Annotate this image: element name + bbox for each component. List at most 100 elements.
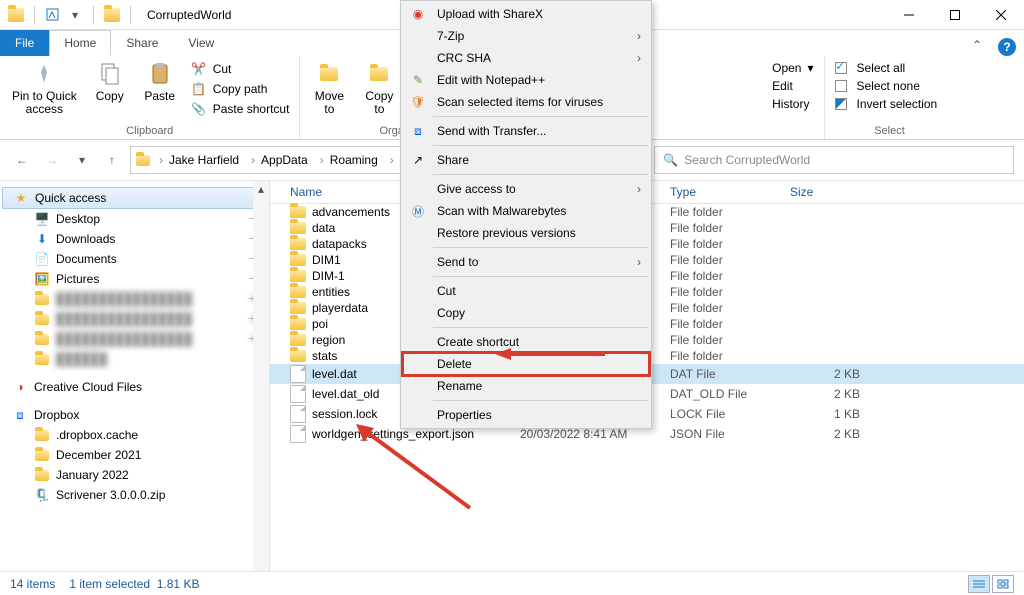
- help-icon[interactable]: ?: [998, 38, 1016, 56]
- open-dd[interactable]: Open ▾: [768, 60, 817, 76]
- copy-path-icon: 📋: [191, 81, 207, 97]
- pin-icon: [30, 60, 58, 88]
- select-none-button[interactable]: Select none: [831, 78, 942, 94]
- ctx-7zip[interactable]: 7-Zip›: [403, 25, 649, 47]
- ctx-crc[interactable]: CRC SHA›: [403, 47, 649, 69]
- forward-button[interactable]: →: [40, 148, 64, 172]
- folder-icon: [104, 7, 120, 23]
- quick-access[interactable]: ★Quick access: [2, 187, 267, 209]
- ctx-delete[interactable]: Delete: [403, 353, 649, 375]
- minimize-button[interactable]: [886, 0, 932, 30]
- pin-quick-access-button[interactable]: Pin to Quick access: [6, 58, 83, 118]
- chevron-down-icon: ▾: [807, 61, 813, 75]
- up-button[interactable]: ↑: [100, 148, 124, 172]
- copy-to-button[interactable]: Copy to: [356, 58, 402, 118]
- ctx-scan-virus[interactable]: 🛡Scan selected items for viruses: [403, 91, 649, 113]
- folder-icon: [290, 222, 306, 234]
- file-icon: [290, 405, 306, 423]
- ctx-copy[interactable]: Copy: [403, 302, 649, 324]
- chevron-right-icon: ›: [637, 255, 641, 269]
- item-count: 14 items: [10, 577, 55, 591]
- pictures-icon: 🖼️: [34, 271, 50, 287]
- ctx-send-to[interactable]: Send to›: [403, 251, 649, 273]
- sidebar-item-dec-2021[interactable]: December 2021: [0, 445, 269, 465]
- back-button[interactable]: ←: [10, 148, 34, 172]
- paste-button[interactable]: Paste: [137, 58, 183, 105]
- sidebar-item-desktop[interactable]: 🖥️Desktop📌: [0, 209, 269, 229]
- close-button[interactable]: [978, 0, 1024, 30]
- recent-locations-icon[interactable]: ▾: [70, 148, 94, 172]
- folder-icon: [34, 331, 50, 347]
- ctx-rename[interactable]: Rename: [403, 375, 649, 397]
- edit-button[interactable]: Edit: [768, 78, 817, 94]
- ctx-malwarebytes[interactable]: ⓂScan with Malwarebytes: [403, 200, 649, 222]
- file-icon: [290, 385, 306, 403]
- details-view-button[interactable]: [968, 575, 990, 593]
- sidebar-item-documents[interactable]: 📄Documents📌: [0, 249, 269, 269]
- sidebar-item-blurred[interactable]: ████████████████📌: [0, 289, 269, 309]
- select-none-icon: [835, 80, 847, 92]
- zip-icon: 🗜️: [34, 487, 50, 503]
- sharex-icon: ◉: [409, 5, 427, 23]
- collapse-ribbon-icon[interactable]: ⌃: [964, 34, 990, 56]
- sidebar-item-scrivener-zip[interactable]: 🗜️Scrivener 3.0.0.0.zip: [0, 485, 269, 505]
- folder-icon: [290, 270, 306, 282]
- ctx-give-access[interactable]: Give access to›: [403, 178, 649, 200]
- move-to-button[interactable]: Move to: [306, 58, 352, 118]
- paste-shortcut-button[interactable]: 📎Paste shortcut: [187, 100, 294, 118]
- search-input[interactable]: 🔍 Search CorruptedWorld: [654, 146, 1014, 174]
- thumbnails-view-button[interactable]: [992, 575, 1014, 593]
- sidebar-item-ccf[interactable]: ◑Creative Cloud Files: [0, 377, 269, 397]
- ctx-upload-sharex[interactable]: ◉Upload with ShareX: [403, 3, 649, 25]
- scrollbar[interactable]: ▴: [253, 181, 269, 572]
- sidebar-item-downloads[interactable]: ⬇Downloads📌: [0, 229, 269, 249]
- share-icon: ↗: [409, 151, 427, 169]
- sidebar-item-blurred[interactable]: ████████████████📌: [0, 309, 269, 329]
- select-all-button[interactable]: Select all: [831, 60, 942, 76]
- star-icon: ★: [13, 190, 29, 206]
- tab-share[interactable]: Share: [111, 30, 173, 56]
- ctx-cut[interactable]: Cut: [403, 280, 649, 302]
- ctx-share[interactable]: ↗Share: [403, 149, 649, 171]
- copy-button[interactable]: Copy: [87, 58, 133, 105]
- copy-path-button[interactable]: 📋Copy path: [187, 80, 294, 98]
- dropbox-icon: ⧈: [12, 407, 28, 423]
- sidebar-item-dropbox-cache[interactable]: .dropbox.cache: [0, 425, 269, 445]
- folder-icon: [34, 291, 50, 307]
- document-icon: 📄: [34, 251, 50, 267]
- file-icon: [290, 425, 306, 443]
- chevron-right-icon: ›: [637, 182, 641, 196]
- sidebar-item-blurred[interactable]: ████████████████📌: [0, 329, 269, 349]
- ctx-restore[interactable]: Restore previous versions: [403, 222, 649, 244]
- copy-icon: [96, 60, 124, 88]
- sidebar-item-pictures[interactable]: 🖼️Pictures📌: [0, 269, 269, 289]
- cut-button[interactable]: ✂️Cut: [187, 60, 294, 78]
- history-button[interactable]: History: [768, 96, 817, 112]
- malwarebytes-icon: Ⓜ: [409, 202, 427, 220]
- tab-home[interactable]: Home: [49, 30, 111, 56]
- tab-view[interactable]: View: [173, 30, 229, 56]
- folder-icon: [290, 238, 306, 250]
- ctx-create-shortcut[interactable]: Create shortcut: [403, 331, 649, 353]
- ctx-notepad[interactable]: ✎Edit with Notepad++: [403, 69, 649, 91]
- group-label: Clipboard: [6, 125, 293, 139]
- sidebar-item-blurred[interactable]: ██████: [0, 349, 269, 369]
- status-bar: 14 items 1 item selected 1.81 KB: [0, 571, 1024, 595]
- select-all-icon: [835, 62, 847, 74]
- ctx-send-transfer[interactable]: ⧈Send with Transfer...: [403, 120, 649, 142]
- folder-icon: [135, 152, 151, 168]
- chevron-right-icon: ›: [637, 29, 641, 43]
- folder-icon: [34, 427, 50, 443]
- copy-to-icon: [365, 60, 393, 88]
- search-icon: 🔍: [663, 153, 678, 167]
- sidebar-item-jan-2022[interactable]: January 2022: [0, 465, 269, 485]
- chevron-down-icon[interactable]: ▾: [67, 7, 83, 23]
- qat-properties-icon[interactable]: [45, 7, 61, 23]
- folder-icon: [34, 447, 50, 463]
- tab-file[interactable]: File: [0, 30, 49, 56]
- move-icon: [315, 60, 343, 88]
- sidebar-item-dropbox[interactable]: ⧈Dropbox: [0, 405, 269, 425]
- maximize-button[interactable]: [932, 0, 978, 30]
- invert-selection-button[interactable]: Invert selection: [831, 96, 942, 112]
- ctx-properties[interactable]: Properties: [403, 404, 649, 426]
